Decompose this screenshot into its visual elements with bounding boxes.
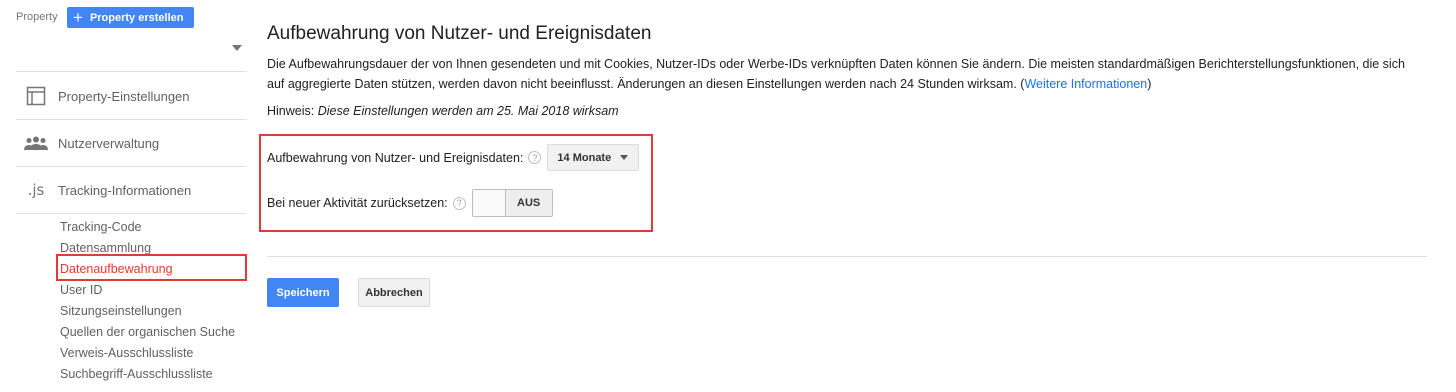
sidebar-item-label: Property-Einstellungen [58,88,190,104]
layout-icon [16,86,56,106]
sub-item-session-settings[interactable]: Sitzungseinstellungen [60,303,235,324]
divider [16,71,246,72]
retention-row: Aufbewahrung von Nutzer- und Ereignisdat… [267,144,640,171]
toggle-knob [472,190,506,216]
sub-item-organic-search-sources[interactable]: Quellen der organischen Suche [60,324,235,345]
users-icon [16,136,56,150]
description-end: ) [1147,77,1152,91]
help-icon[interactable]: ? [452,196,466,210]
sub-item-data-collection[interactable]: Datensammlung [60,240,235,261]
sub-item-search-term-exclusion-list[interactable]: Suchbegriff-Ausschlussliste [60,366,235,387]
hint-label: Hinweis: [267,104,315,118]
js-glyph: .js [27,181,45,199]
plus-icon: + [73,8,83,27]
js-icon: .js [16,181,56,199]
create-property-button[interactable]: + Property erstellen [67,7,194,28]
sidebar-item-user-management[interactable]: Nutzerverwaltung [16,120,246,166]
sub-item-user-id[interactable]: User ID [60,282,235,303]
property-label: Property [16,11,58,23]
description-text: Die Aufbewahrungsdauer der von Ihnen ges… [267,57,1405,91]
hint: Hinweis: Diese Einstellungen werden am 2… [267,104,619,118]
chevron-down-icon [620,155,629,160]
reset-toggle[interactable]: AUS [471,189,553,217]
reset-row: Bei neuer Aktivität zurücksetzen: ? AUS [267,189,553,217]
page-title: Aufbewahrung von Nutzer- und Ereignisdat… [267,23,652,44]
divider [267,256,1427,257]
sidebar: Property + Property erstellen Property-E… [0,0,250,392]
tracking-sub-menu: Tracking-Code Datensammlung Datenaufbewa… [60,219,235,387]
dropdown-arrow-icon [232,45,242,51]
retention-label: Aufbewahrung von Nutzer- und Ereignisdat… [267,150,524,165]
sidebar-item-label: Tracking-Informationen [58,182,192,198]
learn-more-link[interactable]: Weitere Informationen [1024,77,1147,91]
sidebar-item-tracking-info[interactable]: .js Tracking-Informationen [16,167,246,213]
description: Die Aufbewahrungsdauer der von Ihnen ges… [267,54,1422,94]
save-button[interactable]: Speichern [267,278,339,307]
cancel-button[interactable]: Abbrechen [358,278,430,307]
retention-select[interactable]: 14 Monate [547,144,640,171]
divider [16,213,246,214]
toggle-state: AUS [505,190,552,216]
reset-label: Bei neuer Aktivität zurücksetzen: [267,196,448,210]
create-property-label: Property erstellen [89,11,184,24]
sidebar-item-label: Nutzerverwaltung [58,135,160,151]
retention-select-value: 14 Monate [557,151,612,164]
sub-item-data-retention[interactable]: Datenaufbewahrung [60,261,235,282]
sidebar-item-property-settings[interactable]: Property-Einstellungen [16,73,246,119]
property-select[interactable] [16,36,246,60]
sub-item-referral-exclusion-list[interactable]: Verweis-Ausschlussliste [60,345,235,366]
help-icon[interactable]: ? [528,151,542,164]
hint-text: Diese Einstellungen werden am 25. Mai 20… [317,104,619,118]
sub-item-tracking-code[interactable]: Tracking-Code [60,219,235,240]
